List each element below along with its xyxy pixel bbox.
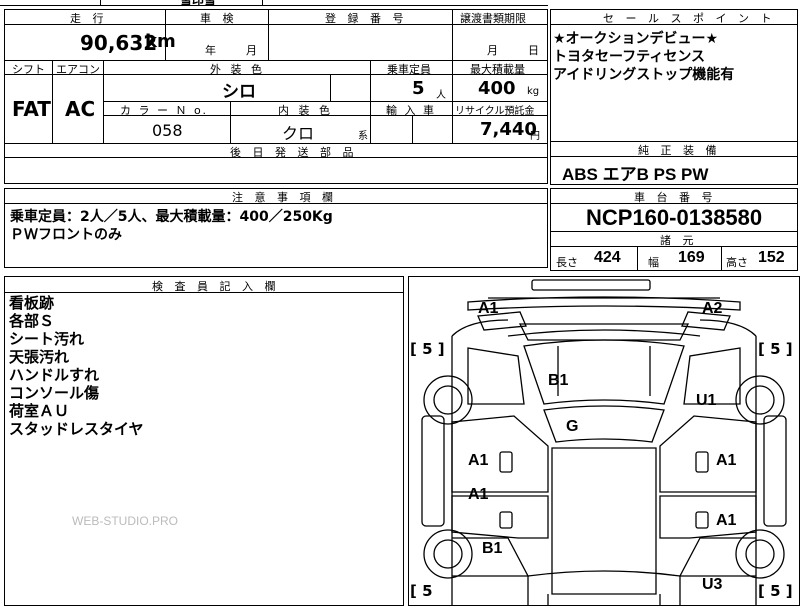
diagram-label-l-rear-door: A1 bbox=[468, 486, 489, 503]
transfer-header: 譲渡書類期限 bbox=[460, 12, 526, 25]
capacity-header: 乗車定員 bbox=[387, 63, 431, 76]
inspector-line: 天張汚れ bbox=[9, 348, 70, 366]
color-no-header: カ ラ ー Ｎ o. bbox=[120, 104, 209, 117]
diagram-label-l-front-door: A1 bbox=[468, 452, 489, 469]
sales-point-line: トヨタセーフティセンス bbox=[553, 49, 706, 65]
note-line: 乗車定員：2人／5人、最大積載量：400／250Kg bbox=[10, 209, 333, 225]
tire-mark-top-right: [ 5 ] bbox=[758, 340, 793, 358]
import-header: 輸 入 車 bbox=[386, 104, 436, 117]
genuine-equipment-header: 純 正 装 備 bbox=[638, 144, 721, 157]
registration-header: 登 録 番 号 bbox=[325, 12, 408, 25]
inspector-line: コンソール傷 bbox=[9, 384, 100, 402]
load-unit: kg bbox=[527, 86, 540, 97]
tire-mark-bottom-left: [ 5 bbox=[410, 582, 433, 600]
capacity-value: 5 bbox=[412, 78, 425, 99]
followup-header: 後 日 発 送 部 品 bbox=[230, 146, 358, 159]
diagram-label-windshield: G bbox=[566, 418, 579, 435]
capacity-unit: 人 bbox=[436, 90, 446, 101]
sales-point-line: ★オークションデビュー★ bbox=[553, 31, 719, 47]
inspector-line: スタッドレスタイヤ bbox=[9, 420, 144, 438]
shift-header: シフト bbox=[12, 63, 45, 76]
tire-mark-bottom-right: [ 5 ] bbox=[758, 582, 793, 600]
inspector-line: シート汚れ bbox=[9, 330, 85, 348]
mileage-header: 走 行 bbox=[70, 12, 108, 25]
top-strip bbox=[0, 0, 548, 6]
inspector-header: 検 査 員 記 入 欄 bbox=[152, 280, 280, 293]
diagram-label-rear: U3 bbox=[702, 576, 723, 593]
interior-header: 内 装 色 bbox=[278, 104, 333, 117]
notes-list: 乗車定員：2人／5人、最大積載量：400／250Kg ＰＷフロントのみ bbox=[10, 208, 333, 244]
top-strip-text: 雪印雪 bbox=[180, 0, 217, 7]
notes-header: 注 意 事 項 欄 bbox=[232, 191, 337, 204]
car-diagram bbox=[421, 279, 787, 606]
sales-points-header: セ ー ル ス ポ イ ン ト bbox=[603, 12, 776, 25]
length-label: 長さ bbox=[556, 256, 578, 269]
inspection-year-label: 年 bbox=[205, 44, 216, 57]
transfer-day-label: 日 bbox=[528, 44, 539, 57]
diagram-label-r-front-fender: U1 bbox=[696, 392, 717, 409]
chassis-header: 車 台 番 号 bbox=[634, 191, 717, 204]
interior-suffix: 系 bbox=[358, 131, 368, 142]
load-header: 最大積載量 bbox=[470, 63, 525, 76]
inspector-line: 荷室ＡＵ bbox=[9, 402, 70, 420]
diagram-label-r-front-door: A1 bbox=[716, 452, 737, 469]
ac-value: AC bbox=[65, 97, 96, 121]
length-value: 424 bbox=[594, 249, 621, 266]
interior-value: クロ bbox=[282, 124, 315, 143]
sales-points-list: ★オークションデビュー★ トヨタセーフティセンス アイドリングストップ機能有 bbox=[553, 30, 734, 84]
inspection-month-label: 月 bbox=[246, 44, 257, 57]
note-line: ＰＷフロントのみ bbox=[10, 227, 122, 243]
diagram-label-l-rear-fender: B1 bbox=[482, 540, 503, 557]
inspector-list: 看板跡 各部Ｓ シート汚れ 天張汚れ ハンドルすれ コンソール傷 荷室ＡＵ スタ… bbox=[9, 294, 144, 438]
shift-value: FAT bbox=[12, 97, 51, 121]
tire-mark-top-left: [ 5 ] bbox=[410, 340, 445, 358]
chassis-value: NCP160-0138580 bbox=[586, 205, 763, 230]
height-value: 152 bbox=[758, 249, 785, 266]
color-no-value: 058 bbox=[152, 121, 183, 140]
inspector-line: ハンドルすれ bbox=[9, 366, 100, 384]
width-value: 169 bbox=[678, 249, 705, 266]
diagram-label-r-rear-door: A1 bbox=[716, 512, 737, 529]
inspection-header: 車 検 bbox=[200, 12, 238, 25]
diagram-label-fl-corner: A1 bbox=[478, 300, 499, 317]
watermark: WEB-STUDIO.PRO bbox=[72, 514, 179, 528]
diagram-label-hood: B1 bbox=[548, 372, 569, 389]
dimensions-header: 諸 元 bbox=[660, 234, 698, 247]
ac-header: エアコン bbox=[56, 63, 100, 76]
height-label: 高さ bbox=[726, 256, 748, 269]
sales-point-line: アイドリングストップ機能有 bbox=[553, 67, 735, 83]
recycle-unit: 円 bbox=[530, 131, 540, 142]
recycle-header: リサイクル預託金 bbox=[455, 106, 535, 117]
genuine-equipment-value: ABS エアB PS PW bbox=[562, 165, 709, 184]
width-label: 幅 bbox=[648, 256, 659, 269]
inspector-line: 各部Ｓ bbox=[9, 312, 55, 330]
load-value: 400 bbox=[478, 78, 516, 99]
diagram-label-fr-corner: A2 bbox=[702, 300, 723, 317]
exterior-header: 外 装 色 bbox=[210, 63, 265, 76]
transfer-month-label: 月 bbox=[487, 44, 498, 57]
recycle-value: 7,440 bbox=[480, 119, 537, 140]
exterior-value: シロ bbox=[222, 82, 256, 102]
mileage-unit: km bbox=[145, 31, 176, 52]
inspector-line: 看板跡 bbox=[9, 294, 55, 312]
